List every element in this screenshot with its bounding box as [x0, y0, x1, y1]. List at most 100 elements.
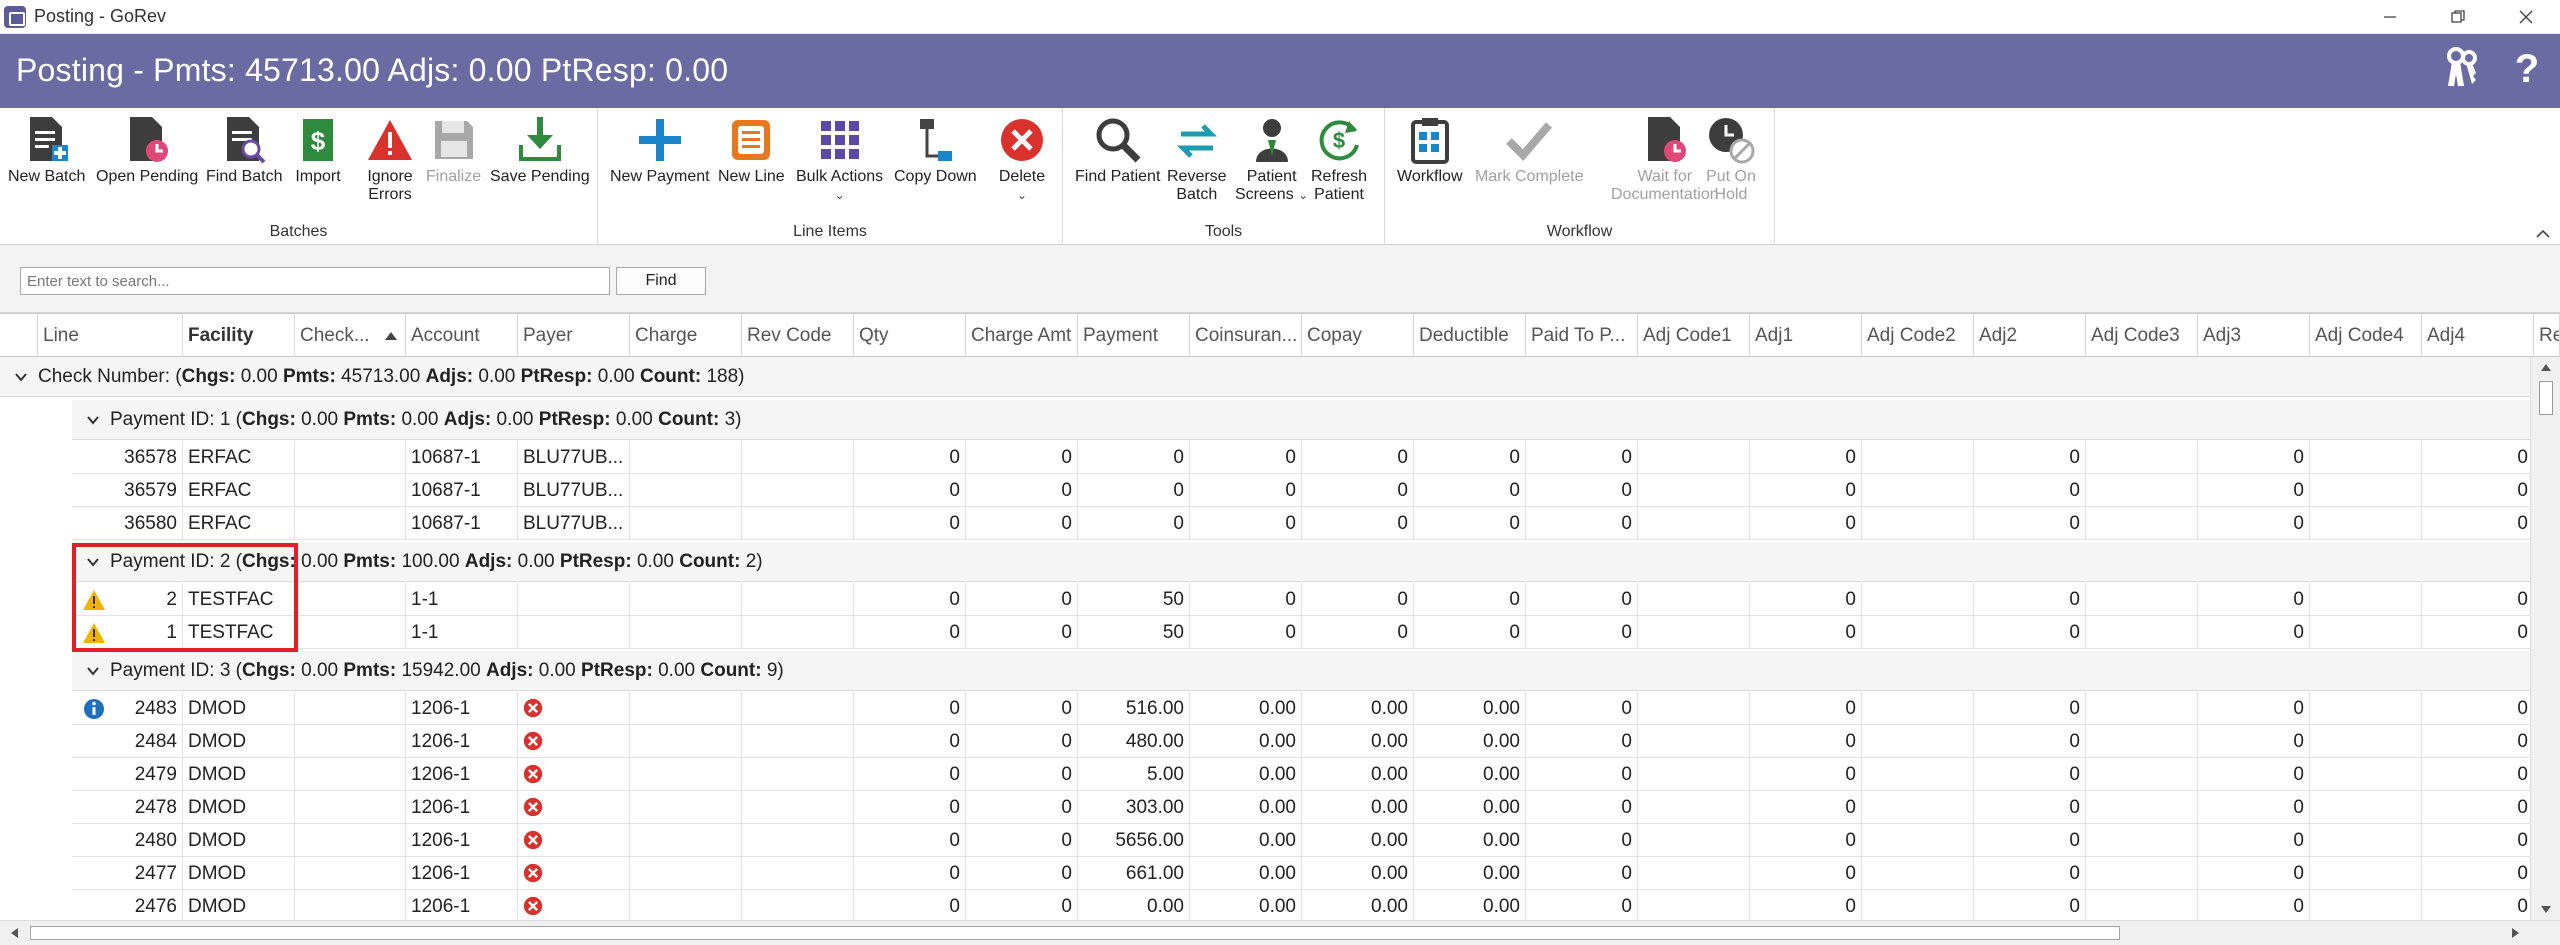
cell-adj1[interactable]: 0 — [1750, 725, 1862, 758]
new-payment-button[interactable]: New Payment — [610, 114, 710, 186]
cell-adj4[interactable]: 0 — [2422, 441, 2530, 474]
table-row[interactable]: 2478 DMOD 1206-1 0 0 303.00 0.00 0.00 0.00 0 0 0 0 0 — [72, 791, 2530, 824]
cell-empty[interactable] — [1862, 583, 1974, 616]
cell-charge-amt[interactable]: 0 — [966, 507, 1078, 540]
cell-empty[interactable] — [742, 507, 854, 540]
cell-empty[interactable] — [630, 441, 742, 474]
cell-line[interactable]: 2477 — [72, 857, 183, 890]
open-pending-button[interactable]: Open Pending — [96, 114, 198, 186]
cell-payment[interactable]: 50 — [1078, 616, 1190, 649]
cell-adj2[interactable]: 0 — [1974, 824, 2086, 857]
finalize-button[interactable]: Finalize — [426, 114, 481, 186]
cell-line[interactable]: 36580 — [72, 507, 183, 540]
cell-empty[interactable] — [1638, 758, 1750, 791]
scroll-left-icon[interactable] — [8, 926, 22, 940]
cell-empty[interactable] — [742, 791, 854, 824]
column-header-adj-code1[interactable]: Adj Code1 — [1638, 314, 1750, 358]
cell-empty[interactable] — [1638, 791, 1750, 824]
cell-account[interactable]: 1206-1 — [406, 791, 518, 824]
cell-payer[interactable] — [518, 758, 630, 791]
cell-empty[interactable] — [1638, 616, 1750, 649]
cell-payment[interactable]: 0 — [1078, 441, 1190, 474]
column-header-coinsuran[interactable]: Coinsuran... — [1190, 314, 1302, 358]
cell-empty[interactable] — [1862, 890, 1974, 920]
cell-empty[interactable] — [2086, 857, 2198, 890]
cell-empty[interactable] — [630, 725, 742, 758]
cell-empty[interactable] — [630, 474, 742, 507]
cell-line[interactable]: 2479 — [72, 758, 183, 791]
cell-charge-amt[interactable]: 0 — [966, 857, 1078, 890]
table-row[interactable]: 2484 DMOD 1206-1 0 0 480.00 0.00 0.00 0.00 0 0 0 0 0 — [72, 725, 2530, 758]
group-row-payment[interactable]: Payment ID: 2 (Chgs: 0.00 Pmts: 100.00 A… — [72, 542, 2530, 582]
group-row-check-number[interactable]: Check Number: (Chgs: 0.00 Pmts: 45713.00… — [0, 357, 2530, 397]
cell-line[interactable]: 36578 — [72, 441, 183, 474]
cell-deductible[interactable]: 0 — [1414, 507, 1526, 540]
cell-charge-amt[interactable]: 0 — [966, 441, 1078, 474]
table-row[interactable]: 2483 DMOD 1206-1 0 0 516.00 0.00 0.00 0.00 0 0 0 0 0 — [72, 692, 2530, 725]
cell-charge-amt[interactable]: 0 — [966, 616, 1078, 649]
cell-empty[interactable] — [630, 583, 742, 616]
cell-adj1[interactable]: 0 — [1750, 890, 1862, 920]
cell-account[interactable]: 1206-1 — [406, 692, 518, 725]
cell-account[interactable]: 1206-1 — [406, 758, 518, 791]
cell-empty[interactable] — [1638, 857, 1750, 890]
cell-coins[interactable]: 0 — [1190, 616, 1302, 649]
cell-qty[interactable]: 0 — [854, 507, 966, 540]
cell-adj3[interactable]: 0 — [2198, 890, 2310, 920]
cell-adj3[interactable]: 0 — [2198, 758, 2310, 791]
cell-empty[interactable] — [295, 857, 406, 890]
mark-complete-button[interactable]: Mark Complete — [1475, 114, 1583, 186]
cell-payment[interactable]: 5656.00 — [1078, 824, 1190, 857]
scroll-up-icon[interactable] — [2539, 361, 2553, 375]
restore-button[interactable] — [2424, 0, 2492, 34]
cell-empty[interactable] — [1862, 616, 1974, 649]
cell-line[interactable]: 2478 — [72, 791, 183, 824]
cell-adj3[interactable]: 0 — [2198, 583, 2310, 616]
cell-line[interactable]: 36579 — [72, 474, 183, 507]
cell-qty[interactable]: 0 — [854, 791, 966, 824]
cell-coins[interactable]: 0 — [1190, 507, 1302, 540]
cell-empty[interactable] — [1862, 474, 1974, 507]
cell-empty[interactable] — [742, 758, 854, 791]
cell-adj1[interactable]: 0 — [1750, 791, 1862, 824]
column-header-re[interactable]: Re — [2534, 314, 2560, 358]
cell-adj3[interactable]: 0 — [2198, 857, 2310, 890]
cell-adj2[interactable]: 0 — [1974, 616, 2086, 649]
table-row[interactable]: 36580 ERFAC 10687-1 BLU77UB... 0 0 0 0 0 0 0 0 0 0 0 — [72, 507, 2530, 540]
column-header-rev-code[interactable]: Rev Code — [742, 314, 854, 358]
cell-account[interactable]: 1206-1 — [406, 890, 518, 920]
cell-empty[interactable] — [742, 692, 854, 725]
cell-copay[interactable]: 0.00 — [1302, 725, 1414, 758]
cell-copay[interactable]: 0 — [1302, 474, 1414, 507]
cell-qty[interactable]: 0 — [854, 474, 966, 507]
cell-coins[interactable]: 0 — [1190, 441, 1302, 474]
cell-qty[interactable]: 0 — [854, 583, 966, 616]
workflow-button[interactable]: Workflow — [1397, 114, 1463, 186]
cell-empty[interactable] — [2310, 791, 2422, 824]
cell-adj3[interactable]: 0 — [2198, 725, 2310, 758]
cell-deductible[interactable]: 0 — [1414, 583, 1526, 616]
cell-charge-amt[interactable]: 0 — [966, 474, 1078, 507]
cell-facility[interactable]: ERFAC — [183, 507, 295, 540]
help-icon[interactable]: ? — [2512, 46, 2542, 90]
column-header-qty[interactable]: Qty — [854, 314, 966, 358]
cell-adj4[interactable]: 0 — [2422, 616, 2530, 649]
cell-account[interactable]: 1-1 — [406, 583, 518, 616]
column-header-adj4[interactable]: Adj4 — [2422, 314, 2534, 358]
table-row[interactable]: 36578 ERFAC 10687-1 BLU77UB... 0 0 0 0 0 0 0 0 0 0 0 — [72, 441, 2530, 474]
cell-empty[interactable] — [2310, 507, 2422, 540]
cell-adj1[interactable]: 0 — [1750, 616, 1862, 649]
cell-coins[interactable]: 0.00 — [1190, 758, 1302, 791]
cell-adj2[interactable]: 0 — [1974, 890, 2086, 920]
column-header-copay[interactable]: Copay — [1302, 314, 1414, 358]
scroll-right-icon[interactable] — [2508, 926, 2522, 940]
cell-adj2[interactable]: 0 — [1974, 758, 2086, 791]
column-header-payment[interactable]: Payment — [1078, 314, 1190, 358]
cell-copay[interactable]: 0 — [1302, 507, 1414, 540]
cell-payment[interactable]: 303.00 — [1078, 791, 1190, 824]
cell-copay[interactable]: 0.00 — [1302, 692, 1414, 725]
cell-empty[interactable] — [295, 824, 406, 857]
table-row[interactable]: 1 TESTFAC 1-1 0 0 50 0 0 0 0 0 0 0 0 — [72, 616, 2530, 649]
cell-payer[interactable] — [518, 725, 630, 758]
vertical-scrollbar[interactable] — [2530, 357, 2560, 920]
